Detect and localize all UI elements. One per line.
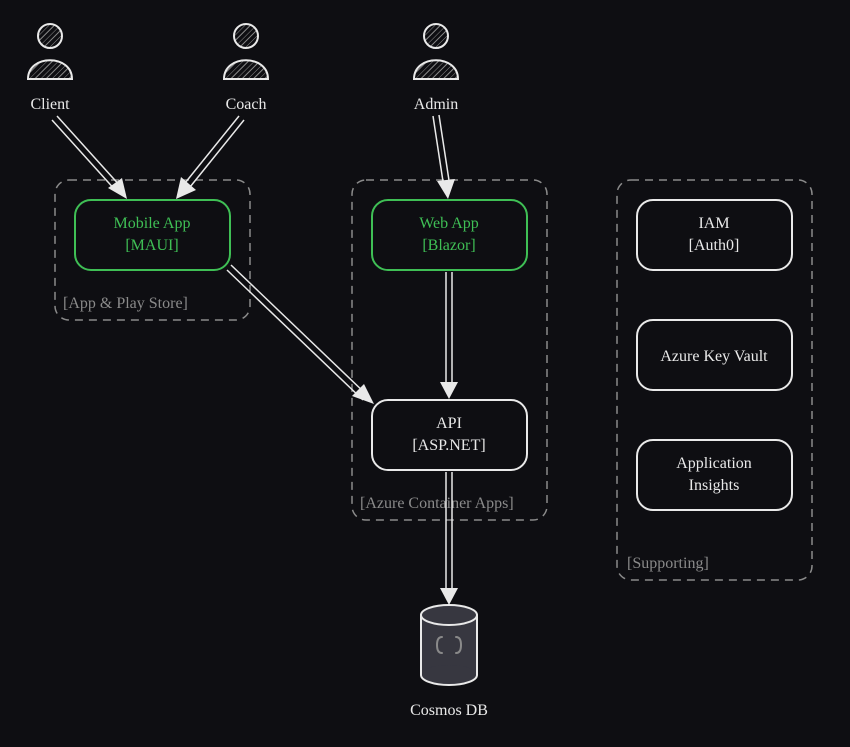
person-icon (28, 24, 72, 79)
node-iam-sub: [Auth0] (689, 237, 740, 254)
person-icon (414, 24, 458, 79)
group-container-apps-label: [Azure Container Apps] (360, 495, 514, 512)
actor-coach-label: Coach (226, 96, 267, 113)
node-app-insights-sub: Insights (689, 477, 740, 494)
arrow-admin-webapp (433, 115, 455, 199)
node-iam: IAM [Auth0] (637, 200, 792, 270)
person-icon (224, 24, 268, 79)
arrow-coach-mobile (176, 116, 244, 199)
node-iam-title: IAM (698, 215, 729, 232)
node-mobile-app: Mobile App [MAUI] (75, 200, 230, 270)
node-api-title: API (436, 415, 462, 432)
arrow-client-mobile (52, 116, 127, 199)
node-app-insights-title: Application (676, 455, 752, 472)
actor-admin-label: Admin (414, 96, 458, 113)
node-app-insights: Application Insights (637, 440, 792, 510)
actor-client-label: Client (30, 96, 70, 113)
arrows (52, 115, 458, 605)
node-cosmos-db: Cosmos DB (410, 605, 488, 719)
group-supporting-label: [Supporting] (627, 555, 709, 572)
group-app-store-label: [App & Play Store] (63, 295, 188, 312)
arrow-api-cosmos (440, 472, 458, 605)
node-web-app: Web App [Blazor] (372, 200, 527, 270)
node-key-vault-title: Azure Key Vault (660, 348, 768, 365)
node-cosmos-db-label: Cosmos DB (410, 702, 488, 719)
node-mobile-app-sub: [MAUI] (125, 237, 178, 254)
actor-coach: Coach (224, 24, 268, 113)
node-key-vault: Azure Key Vault (637, 320, 792, 390)
node-web-app-sub: [Blazor] (422, 237, 475, 254)
node-web-app-title: Web App (419, 215, 479, 232)
node-api-sub: [ASP.NET] (412, 437, 485, 454)
node-mobile-app-title: Mobile App (114, 215, 191, 232)
node-api: API [ASP.NET] (372, 400, 527, 470)
architecture-diagram: Client Coach Admin [App & Play Store] [A… (0, 0, 850, 747)
actor-client: Client (28, 24, 72, 113)
actor-admin: Admin (414, 24, 458, 113)
arrow-webapp-api (440, 272, 458, 399)
